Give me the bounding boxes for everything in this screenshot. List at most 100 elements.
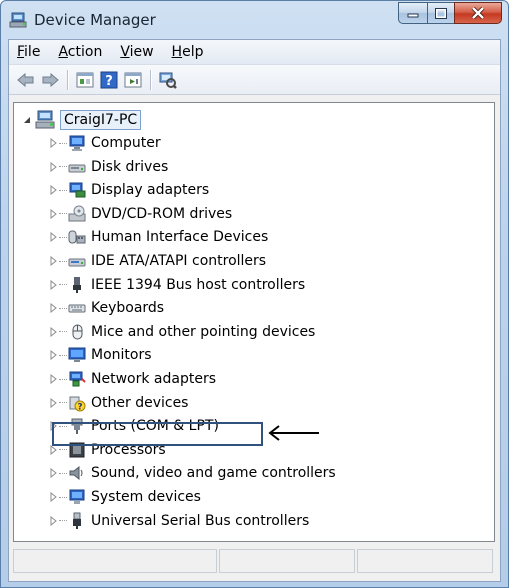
tree-connector xyxy=(59,166,67,168)
tree-connector xyxy=(59,354,67,356)
minimize-icon xyxy=(407,13,419,18)
menu-action[interactable]: Action xyxy=(49,41,111,63)
tree-connector xyxy=(59,213,67,215)
title-bar[interactable]: Device Manager xyxy=(1,1,508,39)
tree-connector xyxy=(59,236,67,238)
expand-triangle-icon[interactable] xyxy=(48,138,58,148)
expand-triangle-icon[interactable] xyxy=(48,326,58,337)
tree-item-mouse[interactable]: Mice and other pointing devices xyxy=(48,321,315,343)
keyboard-icon xyxy=(68,299,86,317)
tree-connector xyxy=(59,189,67,191)
expand-triangle-icon[interactable] xyxy=(48,208,58,219)
tree-connector xyxy=(59,284,67,286)
tree-item-dvd-drive[interactable]: DVD/CD-ROM drives xyxy=(48,203,232,225)
tree-root[interactable]: CraigI7-PC xyxy=(22,109,142,131)
forward-button[interactable] xyxy=(39,69,61,91)
tree-item-label: Human Interface Devices xyxy=(91,229,269,246)
tree-connector xyxy=(59,331,67,333)
back-button[interactable] xyxy=(15,69,37,91)
close-button[interactable] xyxy=(454,2,502,24)
expand-triangle-icon[interactable] xyxy=(48,350,58,361)
system-devices-icon xyxy=(68,488,86,506)
network-adapter-icon xyxy=(68,370,86,388)
status-pane-tertiary xyxy=(356,549,493,573)
forward-arrow-icon xyxy=(42,72,59,87)
expand-triangle-icon[interactable] xyxy=(48,374,58,384)
device-tree[interactable]: CraigI7-PC Computer Disk drives Display ad… xyxy=(13,102,495,542)
update-view-button[interactable] xyxy=(122,69,144,91)
tree-item-sound[interactable]: Sound, video and game controllers xyxy=(48,462,336,484)
display-adapter-icon xyxy=(68,181,86,199)
status-bar xyxy=(13,549,495,575)
tree-item-usb[interactable]: Universal Serial Bus controllers xyxy=(48,510,309,532)
tree-item-disk-drive[interactable]: Disk drives xyxy=(48,156,168,178)
menu-file[interactable]: File xyxy=(9,41,49,63)
tree-item-label: Mice and other pointing devices xyxy=(91,323,316,340)
expand-triangle-icon[interactable] xyxy=(48,492,58,502)
tree-connector xyxy=(59,378,67,380)
expand-triangle-icon[interactable] xyxy=(48,468,58,479)
expand-triangle-icon[interactable] xyxy=(48,303,58,314)
expand-triangle-icon[interactable] xyxy=(48,161,58,172)
tree-item-label: IEEE 1394 Bus host controllers xyxy=(91,276,306,293)
tree-item-monitor[interactable]: Monitors xyxy=(48,344,152,366)
expand-triangle-icon[interactable] xyxy=(48,444,58,455)
tree-item-unknown-device[interactable]: ? Other devices xyxy=(48,392,188,414)
device-manager-window: Device Manager File Action View Help ? C… xyxy=(0,0,509,588)
minimize-button[interactable] xyxy=(398,2,428,24)
scan-hardware-button[interactable] xyxy=(157,69,179,91)
mouse-icon xyxy=(68,323,86,341)
tree-item-system-devices[interactable]: System devices xyxy=(48,486,201,508)
caption-buttons xyxy=(398,2,502,28)
tree-item-label: Sound, video and game controllers xyxy=(91,465,336,482)
expand-triangle-icon[interactable] xyxy=(48,397,58,408)
update-view-icon xyxy=(124,72,142,87)
device-manager-icon xyxy=(9,12,27,28)
client-area: File Action View Help ? CraigI7-PC Compu… xyxy=(8,39,501,582)
tree-item-label: Other devices xyxy=(91,394,189,411)
toolbar-separator xyxy=(67,69,69,90)
tree-item-display-adapter[interactable]: Display adapters xyxy=(48,179,209,201)
tree-connector xyxy=(59,449,67,451)
back-arrow-icon xyxy=(17,72,34,87)
tree-connector xyxy=(59,260,67,262)
unknown-device-icon: ? xyxy=(68,394,86,412)
tree-connector xyxy=(59,402,67,404)
tree-item-network-adapter[interactable]: Network adapters xyxy=(48,368,216,390)
dvd-drive-icon xyxy=(68,205,86,223)
svg-text:?: ? xyxy=(77,402,82,412)
tree-connector xyxy=(59,307,67,309)
maximize-button[interactable] xyxy=(427,2,455,24)
computer-root-icon xyxy=(35,110,55,129)
computer-icon xyxy=(68,134,86,152)
ide-controller-icon xyxy=(68,252,86,270)
properties-button[interactable] xyxy=(74,69,96,91)
toolbar: ? xyxy=(9,65,500,95)
tree-item-label: Universal Serial Bus controllers xyxy=(91,512,310,529)
sound-icon xyxy=(68,464,86,482)
properties-icon xyxy=(76,72,94,87)
expand-triangle-icon[interactable] xyxy=(48,256,58,266)
expand-triangle-icon[interactable] xyxy=(48,185,58,196)
expand-triangle-icon[interactable] xyxy=(48,279,58,290)
tree-item-label: Network adapters xyxy=(91,371,216,387)
usb-icon xyxy=(68,512,86,530)
menu-view[interactable]: View xyxy=(111,41,162,63)
expand-triangle-icon[interactable] xyxy=(48,232,58,243)
tree-item-ide-controller[interactable]: IDE ATA/ATAPI controllers xyxy=(48,250,266,272)
menu-help[interactable]: Help xyxy=(163,41,213,63)
tree-item-label: Monitors xyxy=(91,347,152,364)
help-button[interactable]: ? xyxy=(98,69,120,91)
status-pane-main xyxy=(13,549,218,573)
window-title: Device Manager xyxy=(34,11,156,29)
tree-item-ieee1394[interactable]: IEEE 1394 Bus host controllers xyxy=(48,274,305,296)
tree-item-label: Keyboards xyxy=(91,300,165,317)
maximize-icon xyxy=(435,7,447,19)
expand-triangle-icon[interactable] xyxy=(48,515,58,526)
tree-item-computer[interactable]: Computer xyxy=(48,132,161,154)
collapse-triangle-icon[interactable] xyxy=(22,115,32,125)
tree-item-hid[interactable]: Human Interface Devices xyxy=(48,226,268,248)
root-computer-name[interactable]: CraigI7-PC xyxy=(60,110,142,130)
monitor-icon xyxy=(68,346,86,364)
tree-item-keyboard[interactable]: Keyboards xyxy=(48,297,164,319)
